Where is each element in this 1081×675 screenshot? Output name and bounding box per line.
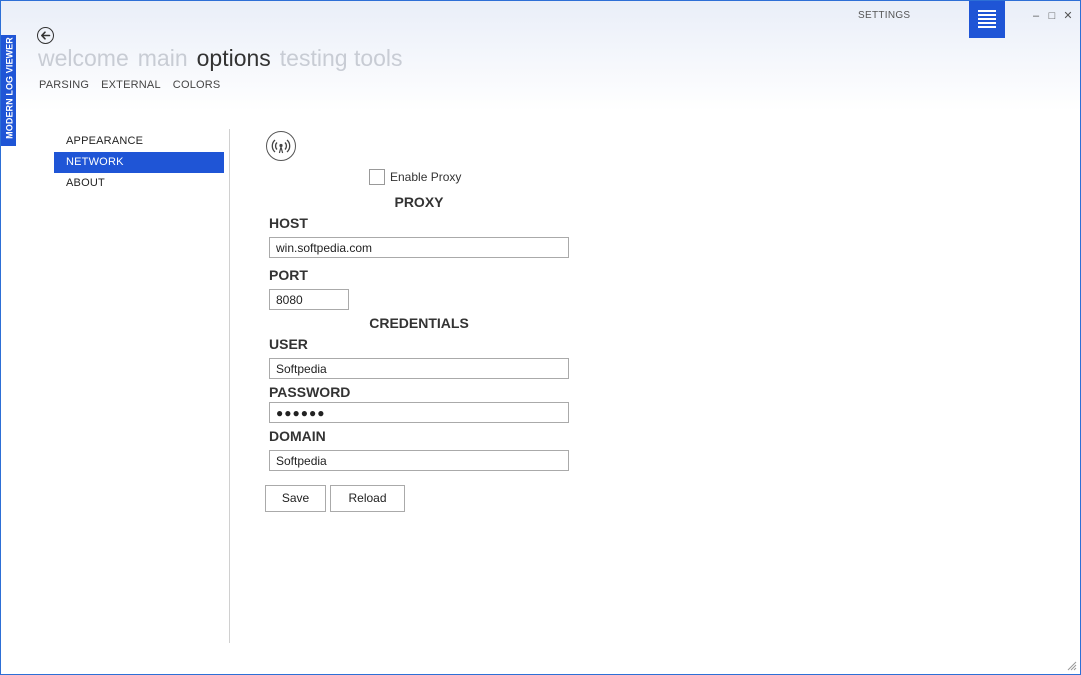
pivot-main[interactable]: main bbox=[138, 45, 188, 71]
port-label: PORT bbox=[269, 267, 308, 283]
credentials-section-title: CREDENTIALS bbox=[369, 315, 469, 331]
pivot-nav: welcome main options testing tools bbox=[38, 45, 412, 72]
app-side-title: MODERN LOG VIEWER bbox=[4, 37, 15, 139]
nav-item-appearance[interactable]: APPEARANCE bbox=[54, 131, 224, 152]
password-input[interactable]: ●●●●●● bbox=[269, 402, 569, 423]
nav-item-about[interactable]: ABOUT bbox=[54, 173, 224, 194]
settings-label: SETTINGS bbox=[858, 10, 911, 21]
subtab-bar: PARSING EXTERNAL COLORS bbox=[39, 79, 232, 91]
subtab-external[interactable]: EXTERNAL bbox=[101, 79, 161, 91]
pivot-options[interactable]: options bbox=[197, 45, 271, 71]
pivot-testing-tools[interactable]: testing tools bbox=[280, 45, 403, 71]
enable-proxy-checkbox[interactable] bbox=[369, 169, 385, 185]
subtab-parsing[interactable]: PARSING bbox=[39, 79, 89, 91]
user-input[interactable]: Softpedia bbox=[269, 358, 569, 379]
port-input[interactable]: 8080 bbox=[269, 289, 349, 310]
back-arrow-icon bbox=[41, 31, 51, 40]
menu-button[interactable] bbox=[969, 1, 1005, 38]
password-label: PASSWORD bbox=[269, 384, 351, 400]
nav-item-network[interactable]: NETWORK bbox=[54, 152, 224, 173]
host-input[interactable]: win.softpedia.com bbox=[269, 237, 569, 258]
save-button[interactable]: Save bbox=[265, 485, 326, 512]
resize-grip-icon[interactable] bbox=[1067, 661, 1077, 671]
pivot-welcome[interactable]: welcome bbox=[38, 45, 129, 71]
domain-label: DOMAIN bbox=[269, 428, 326, 444]
enable-proxy-label: Enable Proxy bbox=[390, 170, 462, 184]
settings-nav: APPEARANCE NETWORK ABOUT bbox=[54, 131, 224, 194]
minimize-button[interactable]: – bbox=[1030, 9, 1042, 23]
close-button[interactable]: ✕ bbox=[1062, 9, 1074, 23]
host-label: HOST bbox=[269, 215, 308, 231]
proxy-section-title: PROXY bbox=[394, 194, 444, 210]
network-signal-icon bbox=[266, 131, 296, 161]
app-side-tab: MODERN LOG VIEWER bbox=[1, 35, 16, 146]
subtab-colors[interactable]: COLORS bbox=[173, 79, 221, 91]
user-label: USER bbox=[269, 336, 308, 352]
nav-divider bbox=[229, 129, 230, 643]
maximize-button[interactable]: □ bbox=[1046, 9, 1058, 23]
back-button[interactable] bbox=[37, 27, 54, 44]
domain-input[interactable]: Softpedia bbox=[269, 450, 569, 471]
reload-button[interactable]: Reload bbox=[330, 485, 405, 512]
app-window: MODERN LOG VIEWER SETTINGS – □ ✕ welcome… bbox=[0, 0, 1081, 675]
enable-proxy-row[interactable]: Enable Proxy bbox=[369, 169, 461, 185]
